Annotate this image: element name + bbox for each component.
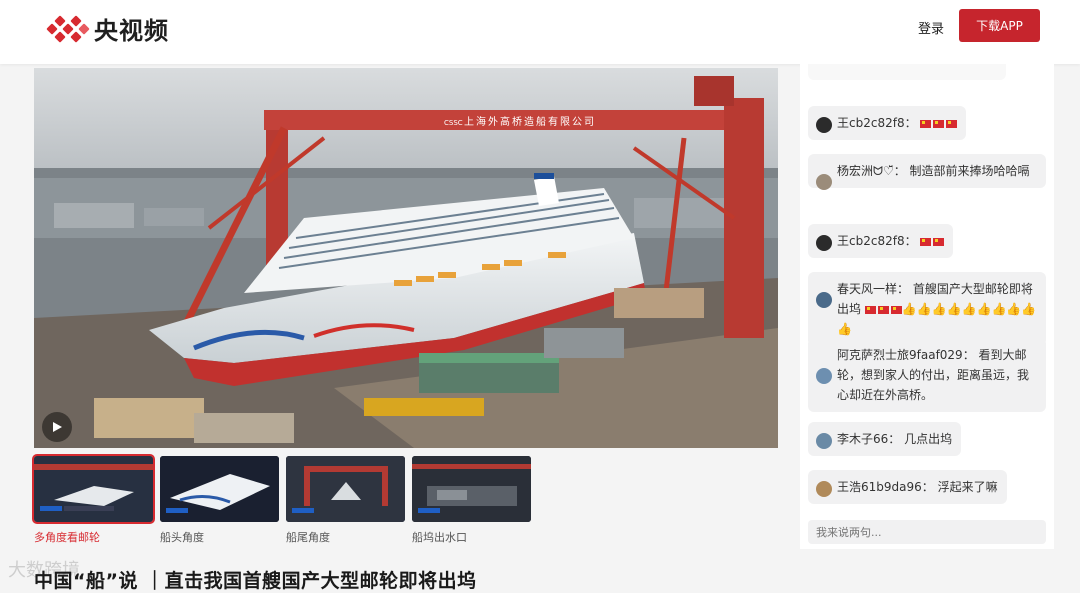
- chat-text: 制造部前来捧场哈哈嗝: [909, 164, 1030, 178]
- video-title: 中国“船”说 ｜直击我国首艘国产大型邮轮即将出坞: [34, 570, 477, 592]
- thumbnail-stern-angle[interactable]: 船尾角度: [286, 456, 405, 544]
- chat-message: 王cb2c82f8：: [808, 106, 967, 140]
- yard-sign-text: 上海外高桥造船有限公司: [464, 115, 596, 128]
- video-player[interactable]: 上海外高桥造船有限公司 CSSC: [34, 68, 778, 448]
- chat-text: 几点出坞: [904, 432, 953, 446]
- thumbnail-caption: 船坞出水口: [412, 531, 467, 544]
- chat-username: 阿克萨烈士旅9faaf029：: [837, 348, 975, 362]
- thumbnail-image: [286, 456, 405, 522]
- chat-username: 春天风一样：: [837, 282, 910, 296]
- avatar: [816, 235, 832, 251]
- thumbnail-bow-angle[interactable]: 船头角度: [160, 456, 279, 544]
- chat-message: 李木子66： 几点出坞: [808, 422, 962, 456]
- live-chat-panel[interactable]: 王cb2c82f8： 杨宏洲ᗢ♡̆̈： 制造部前来捧场哈哈嗝 王cb2c82f8…: [800, 64, 1054, 549]
- avatar: [816, 368, 832, 384]
- chat-message-partial: [808, 64, 1006, 80]
- download-app-button[interactable]: 下载APP: [959, 9, 1040, 42]
- thumbnail-image: [412, 456, 531, 522]
- chat-text: 浮起来了嘛: [937, 480, 998, 494]
- thumbnail-caption: 船头角度: [160, 531, 204, 544]
- chat-username: 杨宏洲ᗢ♡̆̈：: [837, 164, 906, 178]
- china-flag-icons: [920, 237, 945, 246]
- chat-username: 李木子66：: [837, 432, 901, 446]
- chat-username: 王cb2c82f8：: [837, 116, 917, 130]
- avatar: [816, 481, 832, 497]
- cssc-text: CSSC: [444, 119, 463, 127]
- login-link[interactable]: 登录: [918, 18, 944, 37]
- chat-message: 阿克萨烈士旅9faaf029： 看到大邮轮，想到家人的付出，距离虽远，我心却近在…: [808, 338, 1046, 412]
- avatar: [816, 117, 832, 133]
- angle-thumbnail-list: 多角度看邮轮 船头角度 船尾角度 船坞出水口: [32, 454, 554, 546]
- chat-username: 王浩61b9da96：: [837, 480, 934, 494]
- thumbnail-dock-outlet[interactable]: 船坞出水口: [412, 456, 531, 544]
- chat-message: 王浩61b9da96： 浮起来了嘛: [808, 470, 1007, 504]
- play-button[interactable]: [42, 412, 72, 442]
- chat-username: 王cb2c82f8：: [837, 234, 917, 248]
- thumbnail-caption: 船尾角度: [286, 531, 330, 544]
- logo[interactable]: 央视频: [46, 11, 169, 46]
- avatar: [816, 292, 832, 308]
- play-icon: [53, 422, 62, 432]
- top-header: 央视频 登录 下载APP: [0, 0, 1080, 64]
- chat-message: 杨宏洲ᗢ♡̆̈： 制造部前来捧场哈哈嗝: [808, 154, 1046, 190]
- video-frame: 上海外高桥造船有限公司 CSSC: [34, 68, 778, 448]
- china-flag-icons: [864, 305, 902, 314]
- logo-icon: [46, 13, 90, 45]
- avatar: [816, 433, 832, 449]
- chat-message: 王cb2c82f8：: [808, 224, 954, 258]
- chat-message: 春天风一样： 首艘国产大型邮轮即将出坞 👍👍👍👍👍👍👍👍👍👍: [808, 272, 1046, 346]
- logo-text: 央视频: [94, 17, 169, 45]
- thumbnail-image: [160, 456, 279, 522]
- thumbnail-image: [32, 454, 155, 524]
- thumbnail-caption: 多角度看邮轮: [34, 531, 100, 544]
- thumbnail-multi-angle[interactable]: 多角度看邮轮: [32, 454, 155, 544]
- avatar: [816, 174, 832, 190]
- chat-input[interactable]: [808, 520, 1046, 544]
- china-flag-icons: [920, 119, 958, 128]
